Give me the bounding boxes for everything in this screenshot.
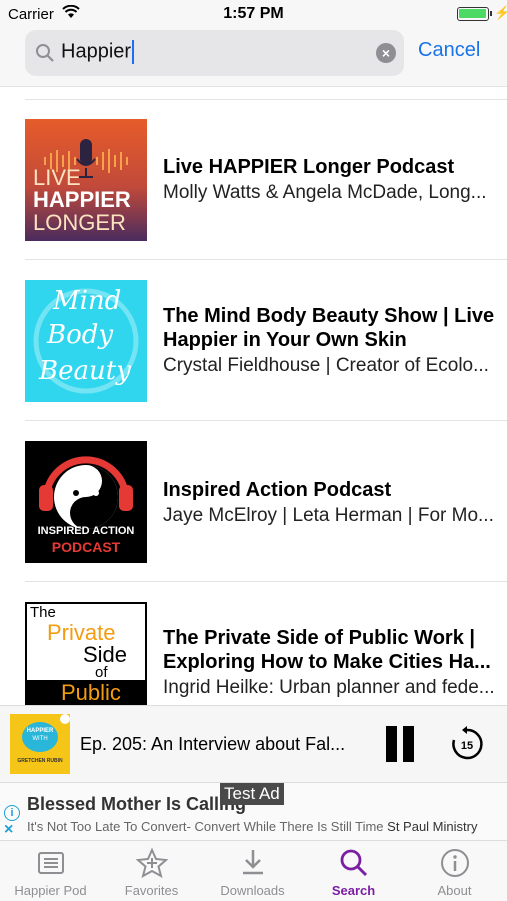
episode-artwork: HAPPIER WITH GRETCHEN RUBIN xyxy=(10,714,70,774)
ad-info-icon[interactable]: i xyxy=(4,805,20,821)
tab-happier-pod[interactable]: Happier Pod xyxy=(0,841,101,901)
tab-downloads[interactable]: Downloads xyxy=(202,841,303,901)
ad-headline: Blessed Mother Is Calling xyxy=(27,794,247,814)
podcast-author: Molly Watts & Angela McDade, Long... xyxy=(163,182,487,203)
podcast-author: Crystal Fieldhouse | Creator of Ecolo... xyxy=(163,355,489,376)
art-text: Beauty xyxy=(39,356,131,386)
tab-search[interactable]: Search xyxy=(303,841,404,901)
podcast-title: The Mind Body Beauty Show | Live xyxy=(163,305,495,327)
cancel-button[interactable]: Cancel xyxy=(418,39,480,62)
podcast-artwork: INSPIRED ACTION PODCAST xyxy=(25,441,147,563)
podcast-artwork: The Private Side of Public xyxy=(25,602,147,705)
magnifier-icon xyxy=(36,44,54,62)
list-icon xyxy=(38,852,64,874)
episode-title: Ep. 205: An Interview about Fal... xyxy=(80,734,346,754)
art-text: GRETCHEN RUBIN xyxy=(17,758,63,764)
skip-seconds: 15 xyxy=(461,740,473,752)
status-bar: Carrier 1:57 PM ⚡ xyxy=(0,0,507,28)
art-text: LONGER xyxy=(33,210,126,235)
podcast-title-line2: Exploring How to Make Cities Ha... xyxy=(163,651,491,673)
ad-banner[interactable]: i × Blessed Mother Is Calling It's Not T… xyxy=(0,782,507,841)
clear-icon[interactable]: × xyxy=(376,43,396,63)
tab-about[interactable]: About xyxy=(404,841,505,901)
test-ad-label: Test Ad xyxy=(220,783,284,805)
text-caret xyxy=(132,40,135,64)
tab-bar: Happier Pod Favorites Downloads Search A… xyxy=(0,840,507,901)
tab-label: Downloads xyxy=(220,883,285,898)
result-row[interactable]: INSPIRED ACTION PODCAST Inspired Action … xyxy=(0,421,507,582)
art-text: PODCAST xyxy=(51,539,121,555)
badge-dot xyxy=(60,714,70,724)
art-text: WITH xyxy=(32,736,48,742)
podcast-title: Live HAPPIER Longer Podcast xyxy=(163,156,455,178)
podcast-author: Jaye McElroy | Leta Herman | For Mo... xyxy=(163,505,494,526)
ad-body: It's Not Too Late To Convert- Convert Wh… xyxy=(27,819,478,834)
art-text: Public xyxy=(61,680,121,705)
art-text: The xyxy=(30,604,56,621)
search-header: Happier × Cancel xyxy=(0,28,507,87)
search-field[interactable]: Happier × xyxy=(25,30,404,76)
ad-close-icon[interactable]: × xyxy=(4,822,13,838)
podcast-title-line2: Happier in Your Own Skin xyxy=(163,329,407,351)
pause-button[interactable] xyxy=(384,726,416,762)
now-playing-bar[interactable]: HAPPIER WITH GRETCHEN RUBIN Ep. 205: An … xyxy=(0,705,507,783)
search-icon xyxy=(340,849,368,877)
podcast-author: Ingrid Heilke: Urban planner and fede... xyxy=(163,677,495,698)
result-row[interactable]: The Private Side of Public The Private S… xyxy=(0,582,507,705)
art-text: INSPIRED ACTION xyxy=(37,525,135,537)
art-text: Body xyxy=(47,320,114,350)
info-icon xyxy=(441,849,469,877)
search-input[interactable]: Happier xyxy=(61,40,135,64)
tab-favorites[interactable]: Favorites xyxy=(101,841,202,901)
podcast-title: Inspired Action Podcast xyxy=(163,479,392,501)
skip-back-icon[interactable]: 15 xyxy=(449,726,485,762)
battery-icon: ⚡ xyxy=(457,5,507,21)
art-text: of xyxy=(95,664,108,681)
star-icon xyxy=(136,847,168,879)
podcast-artwork: LIVE HAPPIER LONGER xyxy=(25,119,147,241)
download-icon xyxy=(243,850,263,875)
tab-label: About xyxy=(437,883,472,898)
search-results-list: LIVE HAPPIER LONGER Live HAPPIER Longer … xyxy=(0,99,507,705)
tab-label: Favorites xyxy=(124,883,179,898)
art-text: HAPPIER xyxy=(26,728,54,734)
podcast-artwork: Mind Body Beauty xyxy=(25,280,147,402)
clock: 1:57 PM xyxy=(223,5,284,22)
result-row[interactable]: Mind Body Beauty The Mind Body Beauty Sh… xyxy=(0,260,507,421)
art-text: Mind xyxy=(53,286,122,316)
tab-label: Happier Pod xyxy=(14,883,87,898)
podcast-title: The Private Side of Public Work | xyxy=(163,627,475,649)
result-row[interactable]: LIVE HAPPIER LONGER Live HAPPIER Longer … xyxy=(0,99,507,260)
tab-label: Search xyxy=(331,883,376,898)
